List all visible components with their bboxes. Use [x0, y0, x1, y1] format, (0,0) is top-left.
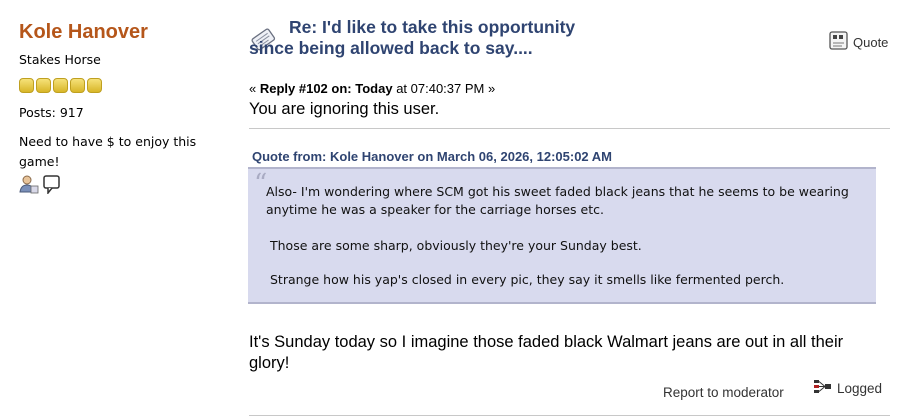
- ip-logged-icon: [813, 379, 833, 398]
- profile-icon[interactable]: [19, 174, 39, 198]
- quote-line: Also- I'm wondering where SCM got his sw…: [266, 184, 849, 217]
- quote-line: Those are some sharp, obviously they're …: [270, 238, 642, 253]
- reply-day: Today: [355, 81, 393, 96]
- star-icon: [53, 78, 68, 93]
- post-count: Posts: 917: [19, 105, 84, 120]
- reply-info: « Reply #102 on: Today at 07:40:37 PM »: [249, 81, 495, 97]
- poster-icons: [19, 174, 229, 198]
- personal-text: Need to have $ to enjoy this game!: [19, 134, 197, 169]
- quote-line: Strange how his yap's closed in every pi…: [270, 272, 785, 287]
- poster-info: Kole Hanover Stakes Horse Posts: 917 Nee…: [19, 20, 229, 198]
- star-icon: [36, 78, 51, 93]
- rank-stars: [19, 78, 229, 94]
- reply-number[interactable]: Reply #102 on:: [260, 81, 352, 96]
- poster-name[interactable]: Kole Hanover: [19, 20, 229, 44]
- quote-icon: [829, 31, 848, 53]
- ignore-message: You are ignoring this user.: [249, 100, 440, 118]
- reply-prefix: «: [249, 81, 260, 96]
- post-subject[interactable]: Re: I'd like to take this opportunity si…: [249, 17, 589, 59]
- divider: [249, 128, 890, 129]
- quote-label: Quote: [853, 34, 889, 50]
- logged-indicator: Logged: [813, 379, 882, 398]
- quote-header[interactable]: Quote from: Kole Hanover on March 06, 20…: [252, 149, 612, 164]
- quote-body: “ Also- I'm wondering where SCM got his …: [248, 167, 876, 304]
- post-body: It's Sunday today so I imagine those fad…: [249, 333, 844, 372]
- star-icon: [87, 78, 102, 93]
- message-icon[interactable]: [42, 174, 62, 198]
- reply-time: at 07:40:37 PM »: [396, 81, 496, 96]
- quote-button[interactable]: Quote: [829, 31, 888, 53]
- logged-label: Logged: [837, 381, 883, 396]
- report-to-moderator-link[interactable]: Report to moderator: [663, 385, 784, 400]
- star-icon: [70, 78, 85, 93]
- poster-group: Stakes Horse: [19, 52, 101, 67]
- star-icon: [19, 78, 34, 93]
- divider: [249, 415, 890, 416]
